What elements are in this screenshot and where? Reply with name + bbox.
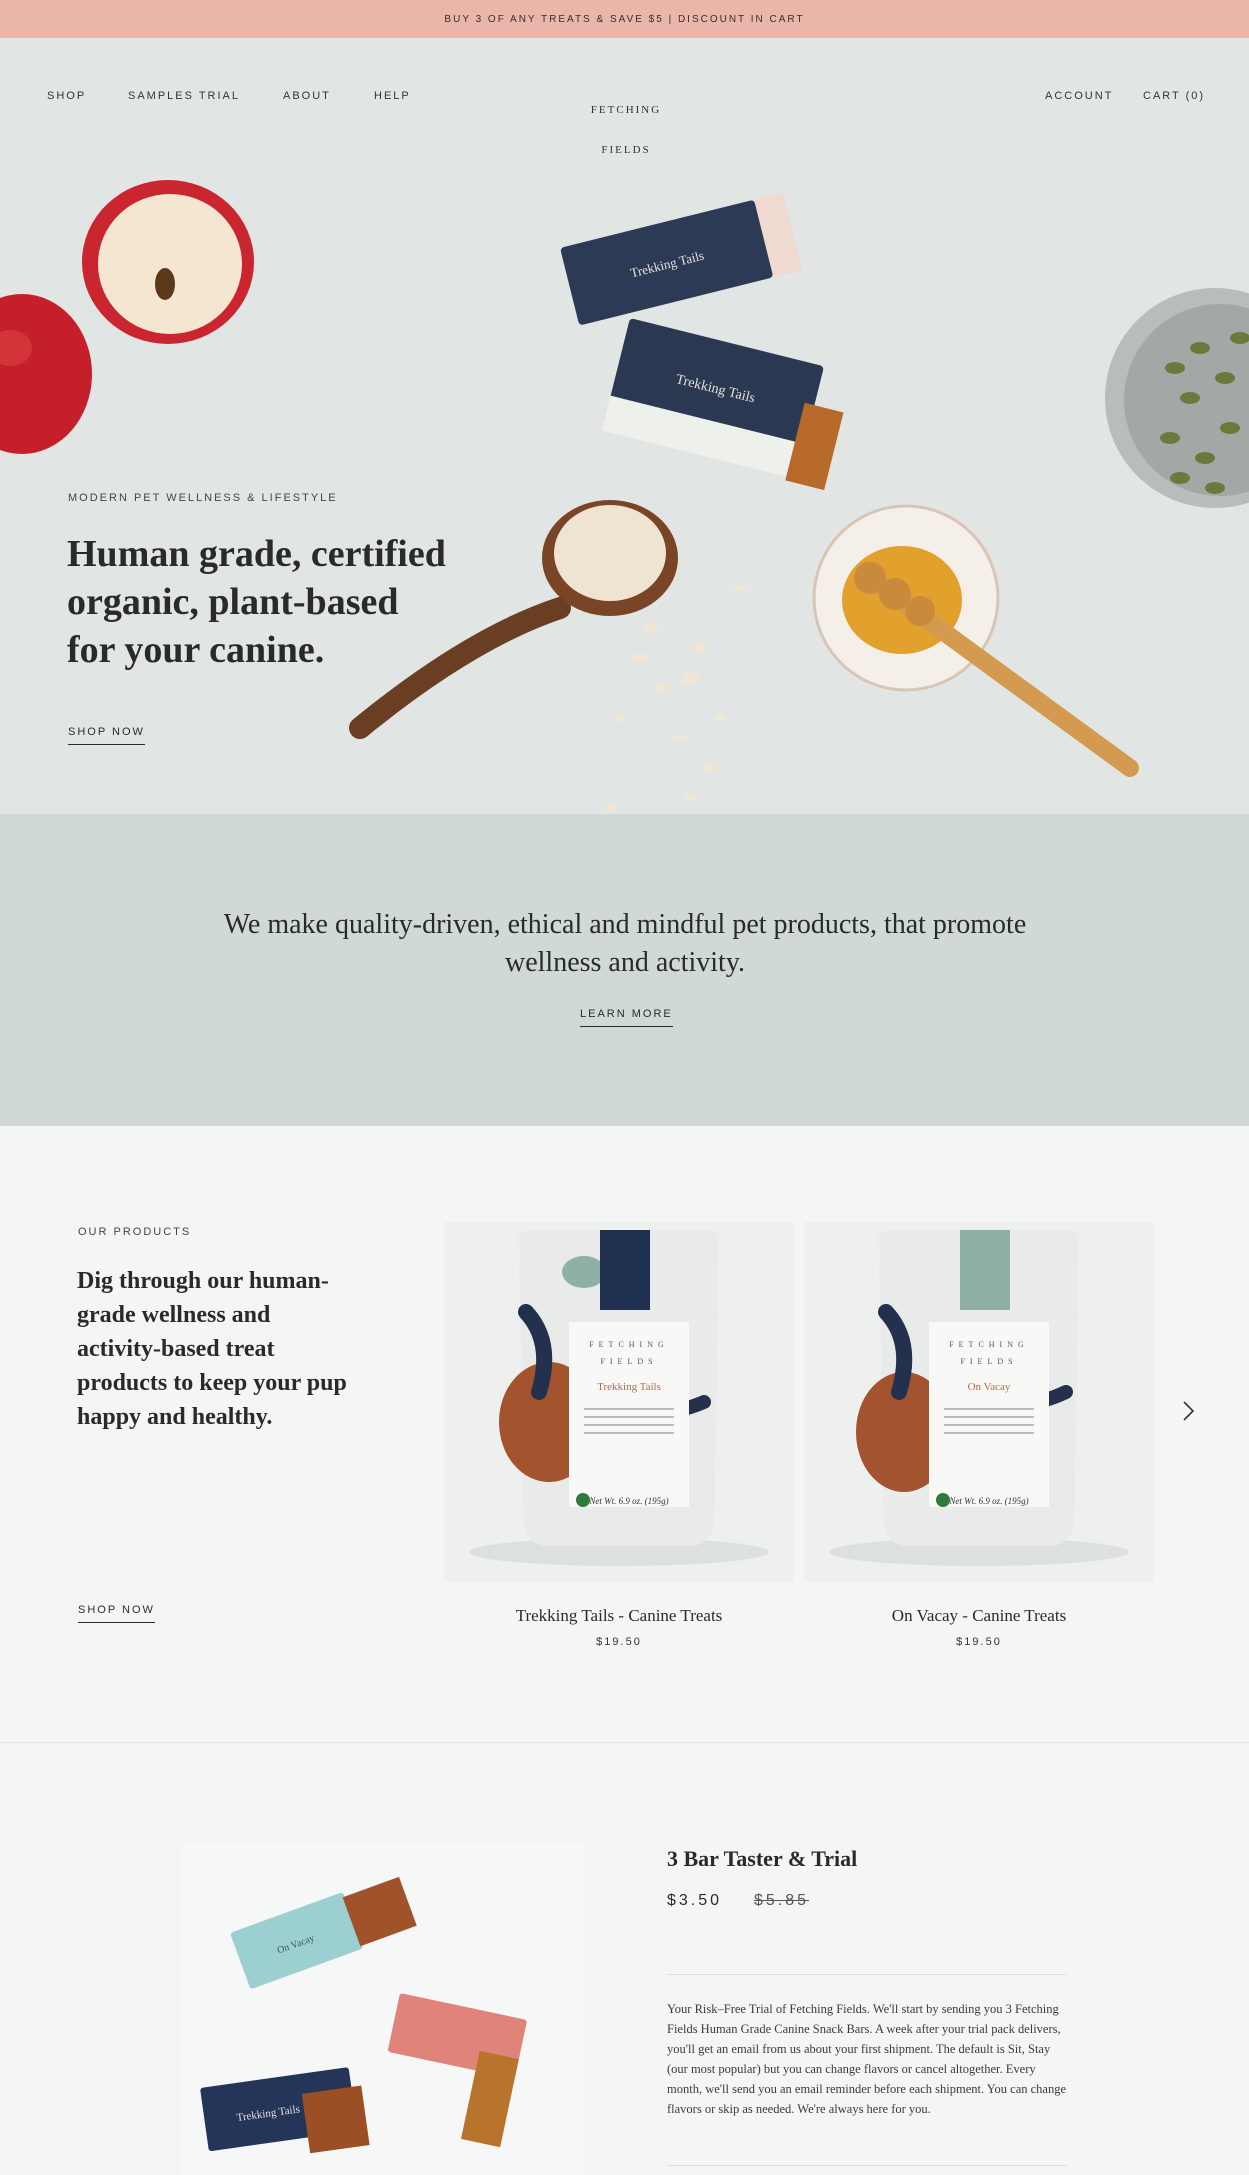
announcement-bar[interactable]: BUY 3 OF ANY TREATS & SAVE $5 | DISCOUNT… bbox=[0, 0, 1249, 38]
bag-weight: Net Wt. 6.9 oz. (195g) bbox=[948, 1496, 1028, 1506]
product-image[interactable]: FETCHING FIELDS On Vacay Net Wt. 6.9 oz.… bbox=[804, 1222, 1154, 1582]
trial-compare-price: $5.85 bbox=[754, 1892, 810, 1909]
product-price: $19.50 bbox=[956, 1636, 1002, 1648]
nav-help[interactable]: HELP bbox=[374, 90, 411, 102]
products-shop-now-link[interactable]: SHOP NOW bbox=[78, 1604, 155, 1623]
products-title: Dig through our human-grade wellness and… bbox=[77, 1268, 347, 1430]
divider bbox=[667, 2165, 1067, 2166]
carousel-next-icon[interactable] bbox=[1182, 1398, 1196, 1429]
mission-text: We make quality-driven, ethical and mind… bbox=[223, 909, 1027, 978]
product-name[interactable]: Trekking Tails - Canine Treats bbox=[444, 1606, 794, 1626]
trial-section: On Vacay Trekking Tails 3 Bar Taster & T… bbox=[0, 1743, 1249, 2175]
bag-brand-line-2: FIELDS bbox=[600, 1357, 657, 1366]
logo[interactable]: FETCHING FIELDS bbox=[520, 90, 732, 170]
bag-flavor: Trekking Tails bbox=[597, 1381, 661, 1393]
nav-about[interactable]: ABOUT bbox=[283, 90, 331, 102]
divider bbox=[667, 1974, 1067, 1975]
nav-account[interactable]: ACCOUNT bbox=[1045, 90, 1113, 102]
snack-bars-image: On Vacay Trekking Tails bbox=[200, 1876, 527, 2154]
logo-line-1: FETCHING bbox=[590, 104, 662, 116]
learn-more-link[interactable]: LEARN MORE bbox=[580, 1008, 673, 1027]
main-nav: SHOP SAMPLES TRIAL ABOUT HELP FETCHING F… bbox=[0, 38, 1249, 156]
bag-flavor: On Vacay bbox=[968, 1381, 1011, 1393]
product-name[interactable]: On Vacay - Canine Treats bbox=[804, 1606, 1154, 1626]
product-card-trekking-tails[interactable]: FETCHING FIELDS Trekking Tails Net Wt. 6… bbox=[444, 1222, 794, 1648]
bag-flavor-tag bbox=[960, 1230, 1010, 1310]
bag-brand-line-2: FIELDS bbox=[960, 1357, 1017, 1366]
trial-title: 3 Bar Taster & Trial bbox=[667, 1846, 858, 1871]
honey-image bbox=[812, 504, 1139, 777]
bag-flavor-tag bbox=[600, 1230, 650, 1310]
bag-brand-line-1: FETCHING bbox=[589, 1340, 669, 1349]
bag-brand-line-1: FETCHING bbox=[949, 1340, 1029, 1349]
logo-line-2: FIELDS bbox=[601, 144, 651, 156]
nav-samples-trial[interactable]: SAMPLES TRIAL bbox=[128, 90, 240, 102]
treat-bag-image: FETCHING FIELDS On Vacay Net Wt. 6.9 oz.… bbox=[829, 1230, 1129, 1566]
product-price: $19.50 bbox=[596, 1636, 642, 1648]
hero-shop-now-link[interactable]: SHOP NOW bbox=[68, 726, 145, 745]
products-eyebrow: OUR PRODUCTS bbox=[78, 1226, 192, 1238]
trial-description: Your Risk–Free Trial of Fetching Fields.… bbox=[667, 2002, 1067, 2116]
trial-price: $3.50 bbox=[667, 1892, 723, 1909]
apple-image bbox=[0, 180, 254, 454]
snack-bar-image: Trekking Tails Trekking Tails bbox=[560, 192, 844, 491]
product-card-on-vacay[interactable]: FETCHING FIELDS On Vacay Net Wt. 6.9 oz.… bbox=[804, 1222, 1154, 1648]
announcement-text: BUY 3 OF ANY TREATS & SAVE $5 | DISCOUNT… bbox=[444, 13, 805, 25]
products-section: OUR PRODUCTS Dig through our human-grade… bbox=[0, 1126, 1249, 1743]
nav-shop[interactable]: SHOP bbox=[47, 90, 86, 102]
product-image[interactable]: FETCHING FIELDS Trekking Tails Net Wt. 6… bbox=[444, 1222, 794, 1582]
trial-product-image[interactable]: On Vacay Trekking Tails bbox=[180, 1843, 584, 2175]
seeds-bowl-image bbox=[1105, 288, 1249, 508]
hero-eyebrow: MODERN PET WELLNESS & LIFESTYLE bbox=[68, 492, 338, 504]
hero-title: Human grade, certified organic, plant-ba… bbox=[67, 533, 446, 671]
mission-section: We make quality-driven, ethical and mind… bbox=[0, 814, 1249, 1126]
hero-section: Trekking Tails Trekking Tails SHOP SAMPL… bbox=[0, 38, 1249, 814]
treat-bag-image: FETCHING FIELDS Trekking Tails Net Wt. 6… bbox=[469, 1230, 769, 1566]
bag-weight: Net Wt. 6.9 oz. (195g) bbox=[588, 1496, 668, 1506]
nav-cart[interactable]: CART (0) bbox=[1143, 90, 1205, 102]
